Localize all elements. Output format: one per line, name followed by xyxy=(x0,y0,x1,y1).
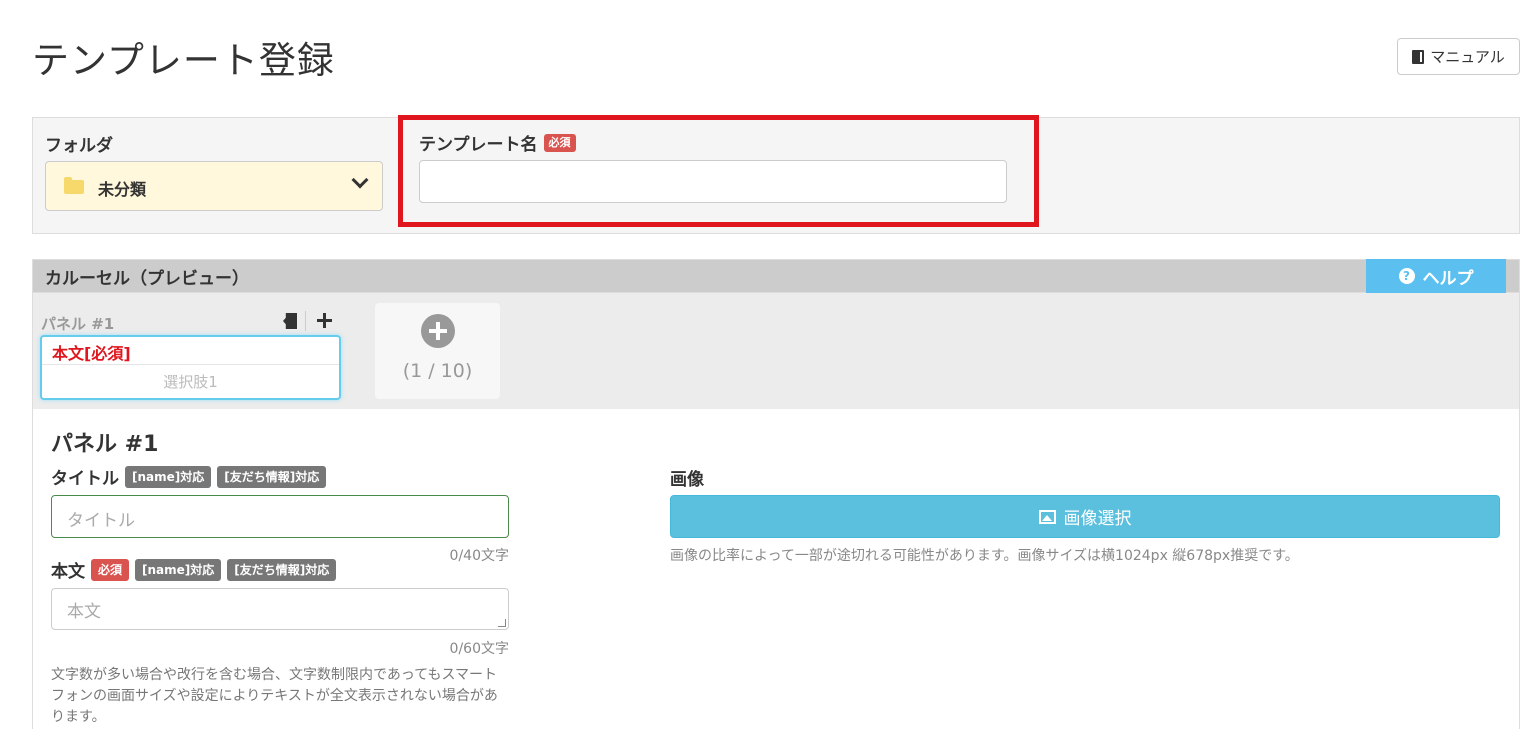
title-input[interactable]: タイトル xyxy=(51,495,509,538)
title-label-text: タイトル xyxy=(51,469,119,489)
panel-heading: パネル #1 xyxy=(51,432,159,457)
help-button[interactable]: ? ヘルプ xyxy=(1366,259,1506,293)
image-note: 画像の比率によって一部が途切れる可能性があります。画像サイズは横1024px 縦… xyxy=(670,548,1299,564)
help-button-label: ヘルプ xyxy=(1422,268,1474,289)
name-support-badge: [name]対応 xyxy=(135,558,222,581)
name-support-badge: [name]対応 xyxy=(125,465,212,488)
panel-count: (1 / 10) xyxy=(402,360,473,382)
body-char-counter: 0/60文字 xyxy=(449,641,509,657)
body-field-label: 本文 必須 [name]対応 [友だち情報]対応 xyxy=(51,557,337,582)
panel-card-choice: 選択肢1 xyxy=(163,373,218,391)
friend-info-support-badge: [友だち情報]対応 xyxy=(217,465,327,488)
body-placeholder: 本文 xyxy=(67,602,101,622)
add-circle-icon xyxy=(421,314,455,348)
friend-info-support-badge: [友だち情報]対応 xyxy=(227,558,337,581)
add-panel-button[interactable]: (1 / 10) xyxy=(375,303,500,399)
manual-button-label: マニュアル xyxy=(1430,48,1505,66)
divider xyxy=(42,364,339,365)
carousel-title: カルーセル（プレビュー） xyxy=(45,269,249,289)
body-note: 文字数が多い場合や改行を含む場合、文字数制限内であってもスマートフォンの画面サイ… xyxy=(51,667,498,725)
page-title: テンプレート登録 xyxy=(32,39,335,82)
template-name-input[interactable] xyxy=(419,160,1007,203)
body-textarea[interactable]: 本文 xyxy=(51,588,509,630)
panel-card-1[interactable]: 本文[必須] 選択肢1 xyxy=(40,335,341,400)
title-char-counter: 0/40文字 xyxy=(449,548,509,564)
plus-icon[interactable] xyxy=(317,313,332,328)
image-select-label: 画像選択 xyxy=(1063,509,1132,529)
book-icon xyxy=(1412,49,1425,64)
image-label: 画像 xyxy=(670,470,704,490)
image-select-button[interactable]: 画像選択 xyxy=(670,495,1500,538)
required-badge: 必須 xyxy=(91,558,130,581)
body-label-text: 本文 xyxy=(51,562,85,582)
required-badge: 必須 xyxy=(543,133,576,152)
picture-icon xyxy=(1038,509,1056,524)
carousel-header: カルーセル（プレビュー） xyxy=(32,259,1520,293)
template-name-label: テンプレート名 必須 xyxy=(419,130,576,155)
manual-button[interactable]: マニュアル xyxy=(1397,38,1520,75)
chevron-down-icon xyxy=(351,171,369,189)
folder-selected-value: 未分類 xyxy=(98,180,147,199)
folder-select[interactable]: 未分類 xyxy=(45,161,383,211)
divider xyxy=(305,311,306,331)
folder-label: フォルダ xyxy=(45,136,113,156)
template-name-label-text: テンプレート名 xyxy=(419,135,538,155)
resize-handle-icon[interactable] xyxy=(498,619,506,627)
panel-tab-label: パネル #1 xyxy=(41,315,115,333)
folder-icon xyxy=(64,177,84,194)
question-icon: ? xyxy=(1398,268,1415,284)
title-field-label: タイトル [name]対応 [友だち情報]対応 xyxy=(51,464,327,489)
panel-card-body: 本文[必須] xyxy=(52,344,131,363)
